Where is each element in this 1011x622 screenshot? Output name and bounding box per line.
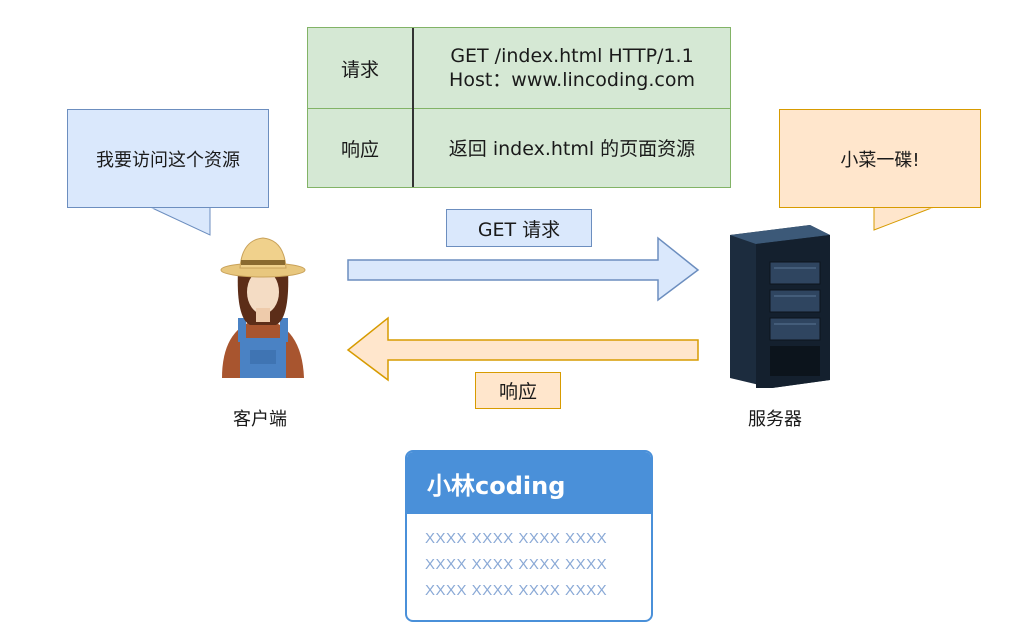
client-speech-text: 我要访问这个资源 [96,149,240,171]
client-speech-tail [149,206,211,236]
server-caption: 服务器 [748,409,802,430]
server-speech-tail [873,206,935,231]
webpage-card: 小林coding XXXX XXXX XXXX XXXX XXXX XXXX X… [405,450,653,622]
card-text-line: XXXX XXXX XXXX XXXX [425,556,608,573]
response-arrow-label: 响应 [475,372,561,409]
client-person-icon [220,237,306,378]
server-speech-text: 小菜一碟! [840,149,920,171]
server-speech-bubble: 小菜一碟! [779,109,981,208]
client-speech-bubble: 我要访问这个资源 [67,109,269,208]
request-arrow-label: GET 请求 [446,209,592,247]
card-text-line: XXXX XXXX XXXX XXXX [425,530,608,547]
client-caption: 客户端 [233,409,287,430]
card-text-line: XXXX XXXX XXXX XXXX [425,582,608,599]
response-arrow [346,316,699,382]
request-arrow [347,236,700,302]
card-title: 小林coding [407,452,651,514]
server-rack-icon [730,225,830,388]
